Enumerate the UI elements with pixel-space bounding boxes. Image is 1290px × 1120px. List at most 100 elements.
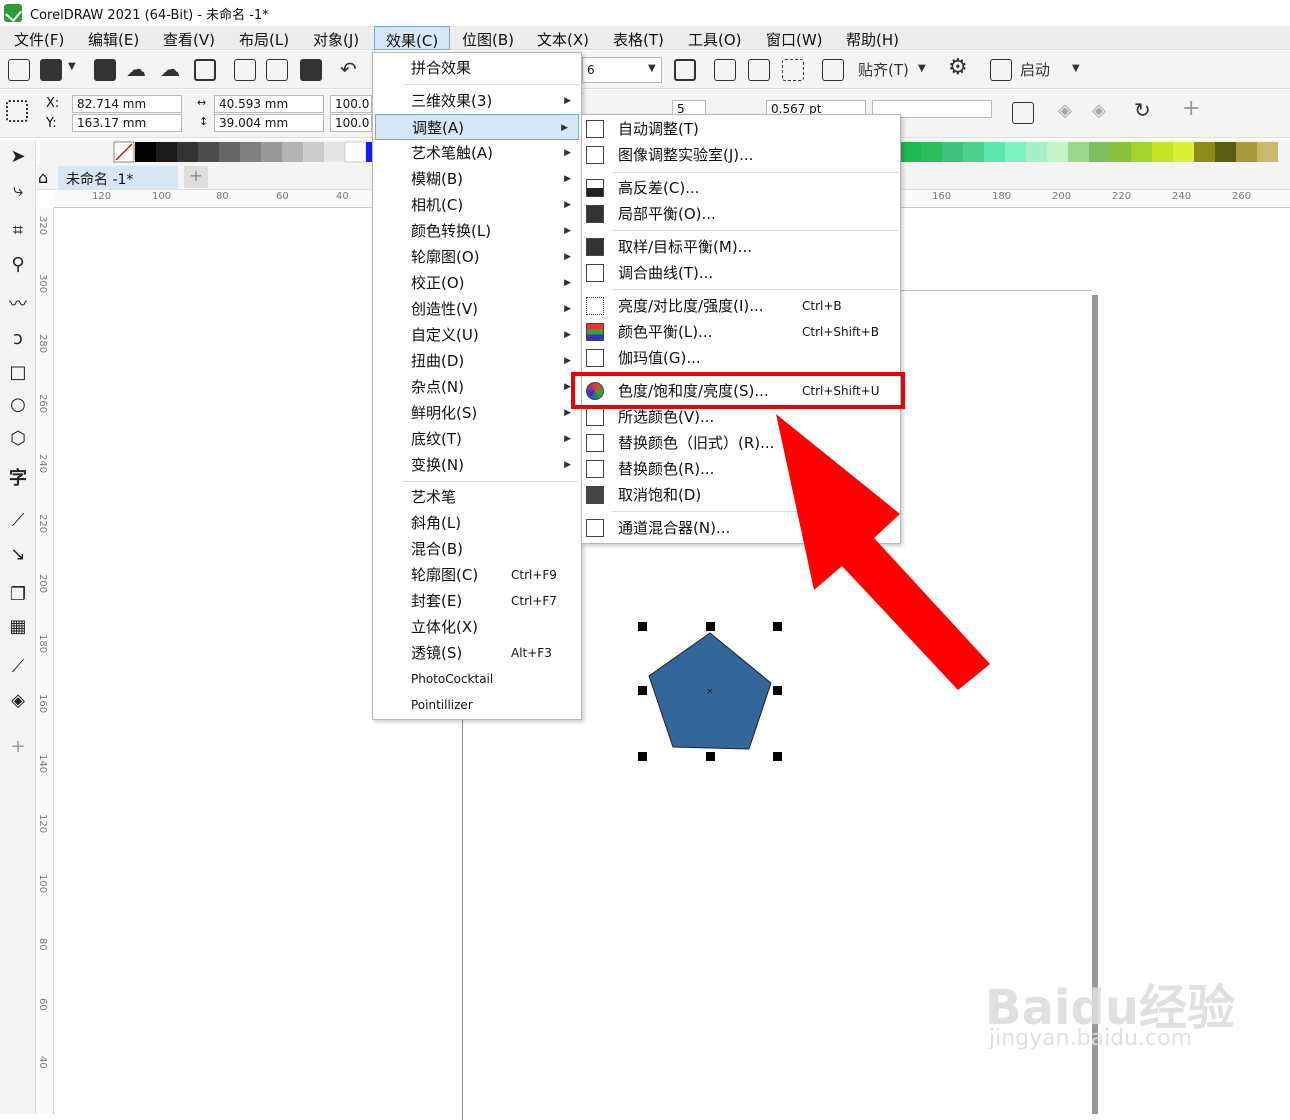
- menu-window[interactable]: 窗口(W): [766, 29, 823, 50]
- menu-text[interactable]: 文本(X): [537, 29, 589, 50]
- add-tab-button[interactable]: +: [184, 166, 208, 188]
- menu-view[interactable]: 查看(V): [163, 29, 215, 50]
- open-icon[interactable]: [40, 59, 62, 81]
- menu-item-3d-effects[interactable]: 三维效果(3) ▶: [373, 88, 581, 114]
- parallel-dimension-icon[interactable]: ⟋: [7, 510, 29, 532]
- cloud-download-icon[interactable]: ☁: [126, 57, 146, 81]
- menu-item-tone-curve[interactable]: 调合曲线(T)...: [582, 260, 900, 286]
- crop-tool-icon[interactable]: ⌗: [7, 220, 29, 242]
- menu-item-flatten-effects[interactable]: 拼合效果: [373, 55, 581, 81]
- to-back-icon[interactable]: ◈: [1092, 100, 1106, 121]
- object-origin-icon[interactable]: [6, 100, 28, 122]
- menu-item-distort[interactable]: 扭曲(D) ▶: [373, 348, 581, 374]
- menu-table[interactable]: 表格(T): [613, 29, 664, 50]
- y-position-input[interactable]: 163.17 mm: [72, 114, 182, 132]
- new-document-icon[interactable]: [8, 59, 30, 81]
- menu-item-envelope[interactable]: 封套(E) Ctrl+F7: [373, 588, 581, 614]
- gear-icon[interactable]: ⚙: [948, 55, 968, 80]
- polygon-tool-icon[interactable]: ⬡: [7, 428, 29, 450]
- shape-tool-icon[interactable]: ⤷: [7, 180, 29, 202]
- snap-off-icon[interactable]: [822, 59, 844, 81]
- menu-item-custom[interactable]: 自定义(U) ▶: [373, 322, 581, 348]
- menu-item-contour[interactable]: 轮廓图(O) ▶: [373, 244, 581, 270]
- menu-item-bevel[interactable]: 斜角(L): [373, 510, 581, 536]
- scale-y-input[interactable]: 100.0: [330, 114, 372, 132]
- launch-icon[interactable]: [990, 59, 1012, 81]
- ellipse-tool-icon[interactable]: ○: [7, 394, 29, 416]
- width-input[interactable]: 40.593 mm: [214, 95, 324, 113]
- menu-object[interactable]: 对象(J): [313, 29, 359, 50]
- x-position-input[interactable]: 82.714 mm: [72, 95, 182, 113]
- export-icon[interactable]: [266, 59, 288, 81]
- interactive-fill-icon[interactable]: ◈: [7, 690, 29, 712]
- freehand-tool-icon[interactable]: 〰: [7, 294, 29, 316]
- convert-to-curves-icon[interactable]: ↻: [1134, 98, 1151, 122]
- grid-icon[interactable]: [748, 59, 770, 81]
- menu-layout[interactable]: 布局(L): [239, 29, 289, 50]
- menu-item-sample-target-balance[interactable]: 取样/目标平衡(M)...: [582, 234, 900, 260]
- chevron-down-icon[interactable]: ▼: [648, 63, 656, 74]
- menu-item-transform[interactable]: 变换(N) ▶: [373, 452, 581, 478]
- add-icon[interactable]: +: [1182, 96, 1200, 121]
- zoom-tool-icon[interactable]: ⚲: [7, 254, 29, 276]
- snap-to-button[interactable]: 贴齐(T): [858, 59, 909, 80]
- menu-item-local-equalization[interactable]: 局部平衡(O)...: [582, 201, 900, 227]
- cloud-upload-icon[interactable]: ☁: [160, 57, 180, 81]
- drop-shadow-icon[interactable]: ❐: [7, 584, 29, 606]
- rectangle-tool-icon[interactable]: □: [7, 362, 29, 384]
- menu-item-brightness-contrast[interactable]: 亮度/对比度/强度(I)... Ctrl+B: [582, 293, 900, 319]
- menu-item-correction[interactable]: 校正(O) ▶: [373, 270, 581, 296]
- transparency-icon[interactable]: ▦: [7, 616, 29, 638]
- full-screen-icon[interactable]: [674, 59, 696, 81]
- menu-item-creative[interactable]: 创造性(V) ▶: [373, 296, 581, 322]
- home-icon[interactable]: ⌂: [38, 168, 48, 187]
- menu-item-extrude[interactable]: 立体化(X): [373, 614, 581, 640]
- launch-button[interactable]: 启动: [1020, 59, 1050, 80]
- eyedropper-icon[interactable]: ⟋: [7, 656, 29, 678]
- menu-item-contrast-enhancement[interactable]: 高反差(C)...: [582, 175, 900, 201]
- menu-item-sharpen[interactable]: 鲜明化(S) ▶: [373, 400, 581, 426]
- guidelines-icon[interactable]: [782, 59, 804, 81]
- menu-item-auto-adjust[interactable]: 自动调整(T): [582, 116, 900, 142]
- menu-edit[interactable]: 编辑(E): [88, 29, 139, 50]
- menu-help[interactable]: 帮助(H): [846, 29, 899, 50]
- add-tool-icon[interactable]: +: [7, 736, 29, 758]
- menu-item-color-transform[interactable]: 颜色转换(L) ▶: [373, 218, 581, 244]
- menu-item-adjust[interactable]: 调整(A) ▶: [375, 114, 579, 140]
- import-icon[interactable]: [234, 59, 256, 81]
- selected-pentagon[interactable]: ×: [630, 620, 790, 770]
- pick-tool-icon[interactable]: ➤: [7, 146, 29, 168]
- menu-item-pointillizer[interactable]: Pointillizer: [373, 692, 581, 718]
- chevron-down-icon[interactable]: ▼: [1072, 63, 1080, 74]
- menu-item-blend[interactable]: 混合(B): [373, 536, 581, 562]
- artistic-media-icon[interactable]: ↄ: [7, 328, 29, 350]
- menu-item-image-adjustment-lab[interactable]: 图像调整实验室(J)...: [582, 142, 900, 168]
- menu-tools[interactable]: 工具(O): [688, 29, 742, 50]
- chevron-down-icon[interactable]: ▼: [68, 61, 76, 72]
- print-icon[interactable]: [194, 59, 216, 81]
- menu-item-lens[interactable]: 透镜(S) Alt+F3: [373, 640, 581, 666]
- chevron-down-icon[interactable]: ▼: [918, 63, 926, 74]
- rulers-icon[interactable]: [714, 59, 736, 81]
- menu-effects[interactable]: 效果(C): [374, 26, 451, 50]
- menu-item-blur[interactable]: 模糊(B) ▶: [373, 166, 581, 192]
- menu-item-photococktail[interactable]: PhotoCocktail: [373, 666, 581, 692]
- text-tool-icon[interactable]: 字: [7, 468, 29, 490]
- menu-item-camera[interactable]: 相机(C) ▶: [373, 192, 581, 218]
- connector-tool-icon[interactable]: ↘: [7, 544, 29, 566]
- menu-item-gamma[interactable]: 伽玛值(G)...: [582, 345, 900, 371]
- wrap-text-icon[interactable]: [1012, 102, 1034, 124]
- menu-item-noise[interactable]: 杂点(N) ▶: [373, 374, 581, 400]
- menu-item-contour-2[interactable]: 轮廓图(C) Ctrl+F9: [373, 562, 581, 588]
- menu-bitmaps[interactable]: 位图(B): [462, 29, 514, 50]
- undo-icon[interactable]: ↶: [340, 57, 357, 81]
- to-front-icon[interactable]: ◈: [1058, 100, 1072, 121]
- menu-item-texture[interactable]: 底纹(T) ▶: [373, 426, 581, 452]
- menu-item-art-strokes[interactable]: 艺术笔触(A) ▶: [373, 140, 581, 166]
- menu-file[interactable]: 文件(F): [14, 29, 64, 50]
- menu-item-artistic-media[interactable]: 艺术笔: [373, 484, 581, 510]
- scale-x-input[interactable]: 100.0: [330, 95, 372, 113]
- height-input[interactable]: 39.004 mm: [214, 114, 324, 132]
- document-tab[interactable]: 未命名 -1*: [58, 166, 178, 190]
- menu-item-color-balance[interactable]: 颜色平衡(L)... Ctrl+Shift+B: [582, 319, 900, 345]
